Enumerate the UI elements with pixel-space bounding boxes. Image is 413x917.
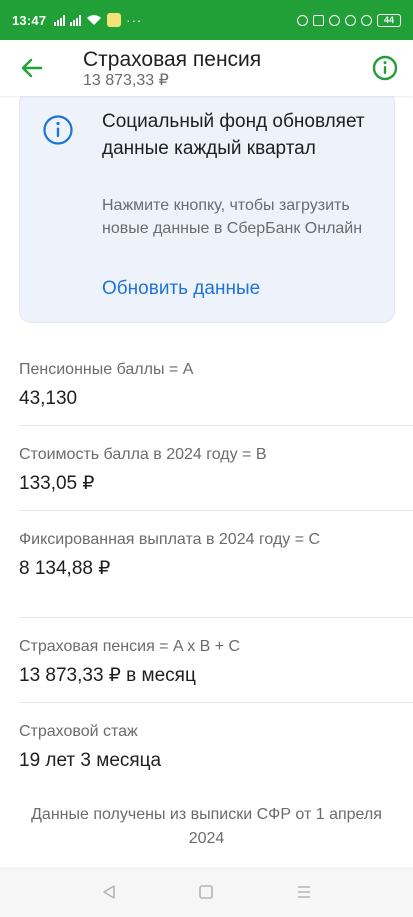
item-label: Пенсионные баллы = A xyxy=(19,361,194,378)
point-cost-item: Стоимость балла в 2024 году = B 133,05 ₽ xyxy=(19,444,395,496)
nav-back-button[interactable] xyxy=(89,872,129,912)
vibrate-icon xyxy=(313,14,324,26)
info-card: Социальный фонд обновляет данные каждый … xyxy=(19,90,395,323)
item-label: Страховой стаж xyxy=(19,723,138,740)
item-value: 133,05 ₽ xyxy=(19,473,95,494)
signal-2-icon xyxy=(70,14,82,26)
page-subtitle: 13 873,33 ₽ xyxy=(83,71,169,89)
item-label: Фиксированная выплата в 2024 году = C xyxy=(19,531,321,548)
app-notification-icon xyxy=(107,13,122,27)
back-button[interactable] xyxy=(0,40,64,96)
insurance-pension-item: Страховая пенсия = A x B + C 13 873,33 ₽… xyxy=(19,636,395,688)
info-card-title: Социальный фонд обновляет данные каждый … xyxy=(102,111,365,159)
divider xyxy=(19,425,413,426)
refresh-data-link[interactable]: Обновить данные xyxy=(102,278,260,300)
status-bar: 13:47 ··· 44 xyxy=(0,0,413,40)
item-value: 8 134,88 ₽ xyxy=(19,558,111,579)
fixed-payment-item: Фиксированная выплата в 2024 году = C 8 … xyxy=(19,529,349,581)
bluetooth-icon xyxy=(297,14,308,26)
divider xyxy=(19,617,413,618)
status-time: 13:47 xyxy=(12,12,47,28)
info-circle-icon xyxy=(372,55,398,81)
more-notifications-icon: ··· xyxy=(126,12,143,28)
item-value: 13 873,33 ₽ в месяц xyxy=(19,665,196,686)
info-card-text: Нажмите кнопку, чтобы загрузить новые да… xyxy=(102,197,363,237)
data-source-note: Данные получены из выписки СФР от 1 апре… xyxy=(31,806,382,847)
nav-home-button[interactable] xyxy=(186,872,226,912)
wifi-icon xyxy=(87,15,102,25)
info-circle-icon xyxy=(43,115,73,145)
battery-icon: 44 xyxy=(377,13,401,27)
alarm-icon xyxy=(345,14,356,26)
dnd-icon xyxy=(361,14,372,26)
square-home-icon xyxy=(199,885,214,899)
info-button[interactable] xyxy=(357,40,413,96)
signal-icon xyxy=(54,14,66,26)
nav-menu-button[interactable] xyxy=(284,872,324,912)
app-bar: Страховая пенсия 13 873,33 ₽ xyxy=(0,40,413,96)
location-icon xyxy=(329,14,340,26)
arrow-left-icon xyxy=(21,58,43,78)
insurance-experience-item: Страховой стаж 19 лет 3 месяца xyxy=(19,721,395,773)
item-value: 19 лет 3 месяца xyxy=(19,750,162,771)
item-label: Страховая пенсия = A x B + C xyxy=(19,638,241,655)
triangle-back-icon xyxy=(103,885,115,899)
hamburger-menu-icon xyxy=(298,886,311,898)
item-label: Стоимость балла в 2024 году = B xyxy=(19,446,267,463)
pension-points-item: Пенсионные баллы = A 43,130 xyxy=(19,359,395,411)
app-bar-titles: Страховая пенсия 13 873,33 ₽ xyxy=(64,47,357,90)
divider xyxy=(19,510,413,511)
system-nav-bar xyxy=(0,867,413,917)
page-title: Страховая пенсия xyxy=(83,47,262,71)
divider xyxy=(19,702,413,703)
item-value: 43,130 xyxy=(19,388,78,409)
